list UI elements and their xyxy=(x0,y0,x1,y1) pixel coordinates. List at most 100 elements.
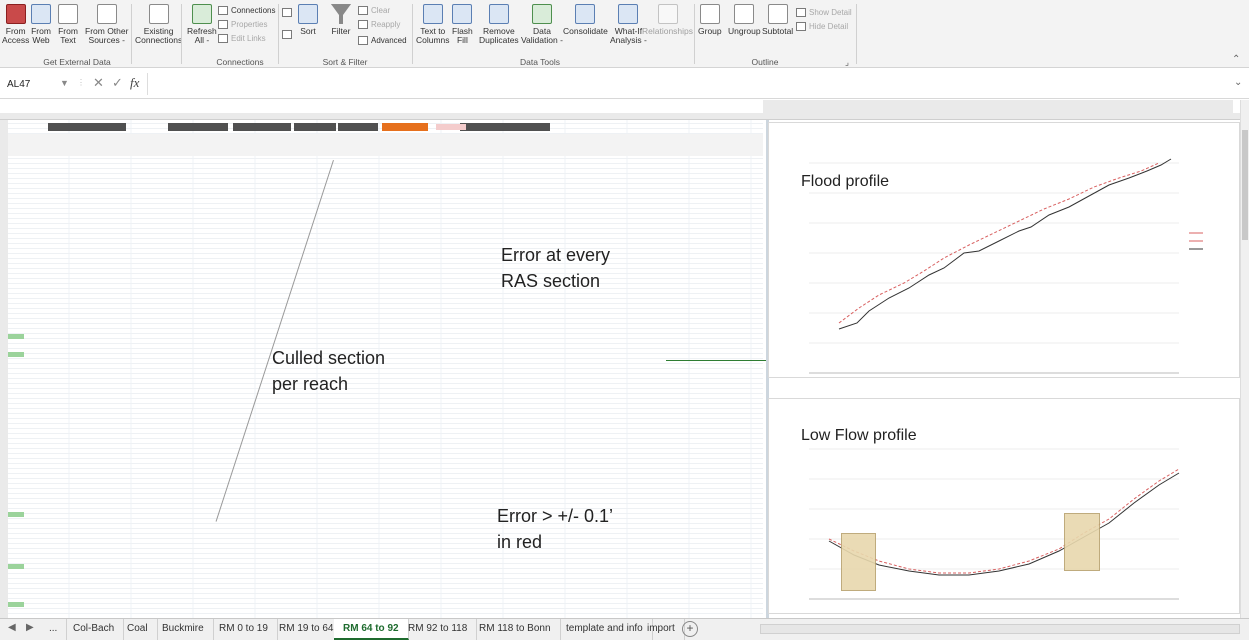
properties-icon xyxy=(218,20,228,29)
column-group-header xyxy=(338,123,378,131)
name-box-dropdown-icon[interactable]: ▼ xyxy=(60,78,69,88)
tab-rm-0-to-19[interactable]: RM 0 to 19 xyxy=(210,619,278,640)
error-flag-cell xyxy=(436,124,466,130)
low-flow-profile-chart[interactable]: Low Flow profile xyxy=(768,398,1240,614)
show-detail-icon xyxy=(796,8,806,17)
right-column-headers xyxy=(763,100,1233,120)
group-label-outline: Outline xyxy=(751,57,779,67)
consolidate-button[interactable]: Consolidate xyxy=(563,4,608,54)
ungroup-icon xyxy=(734,4,755,24)
selected-cell-border xyxy=(666,360,766,361)
callout-box-left xyxy=(841,533,876,591)
group-separator xyxy=(278,4,279,64)
hide-detail-button[interactable]: Hide Detail xyxy=(796,22,848,31)
subtotal-button[interactable]: Subtotal xyxy=(762,4,793,54)
from-other-sources-button[interactable]: From Other Sources - xyxy=(85,4,128,54)
existing-connections-button[interactable]: Existing Connections xyxy=(135,4,182,54)
tab-rm-92-to-118[interactable]: RM 92 to 118 xyxy=(399,619,478,640)
formula-input[interactable] xyxy=(147,73,1227,95)
flood-profile-chart[interactable]: Flood profile xyxy=(768,122,1240,378)
tab-buckmire[interactable]: Buckmire xyxy=(153,619,214,640)
highlighted-row-marker xyxy=(8,564,24,569)
other-sources-icon xyxy=(96,4,117,24)
cell-grid[interactable] xyxy=(8,120,769,618)
sort-za-button[interactable] xyxy=(282,30,292,39)
tab-col-bach[interactable]: Col-Bach xyxy=(64,619,125,640)
insert-function-icon[interactable]: fx xyxy=(130,75,139,91)
column-group-header xyxy=(294,123,336,131)
text-to-columns-button[interactable]: Text to Columns xyxy=(416,4,450,54)
properties-button[interactable]: Properties xyxy=(218,20,267,29)
group-button[interactable]: Group xyxy=(698,4,722,54)
group-separator xyxy=(131,4,132,64)
edit-links-button[interactable]: Edit Links xyxy=(218,34,266,43)
chart-title: Low Flow profile xyxy=(801,427,917,444)
flash-fill-button[interactable]: Flash Fill xyxy=(452,4,473,54)
formula-bar-grip-icon: ⋮ xyxy=(77,78,85,87)
enter-icon[interactable]: ✓ xyxy=(112,75,123,91)
column-group-header xyxy=(233,123,291,131)
callout-box-right xyxy=(1064,513,1100,571)
clear-button[interactable]: Clear xyxy=(358,6,390,15)
connections-icon xyxy=(218,6,228,15)
column-group-header xyxy=(460,123,550,131)
reapply-button[interactable]: Reapply xyxy=(358,20,400,29)
group-icon xyxy=(699,4,720,24)
table-header-rows xyxy=(8,134,763,156)
worksheet-area: Error at every RAS section Culled sectio… xyxy=(0,100,1249,618)
filter-button[interactable]: Filter xyxy=(331,4,351,54)
sort-button[interactable]: Sort xyxy=(298,4,318,54)
horizontal-scrollbar[interactable] xyxy=(760,624,1240,634)
tab-coal[interactable]: Coal xyxy=(118,619,158,640)
annotation-culled-section: Culled section per reach xyxy=(272,348,386,394)
funnel-icon xyxy=(331,4,351,24)
group-label-get-external: Get External Data xyxy=(43,57,111,67)
group-label-connections: Connections xyxy=(216,57,264,67)
data-validation-button[interactable]: Data Validation - xyxy=(521,4,563,54)
advanced-filter-icon xyxy=(358,36,368,45)
sort-icon xyxy=(298,4,318,24)
tab-rm-64-to-92[interactable]: RM 64 to 92 xyxy=(334,619,409,640)
refresh-icon xyxy=(191,4,212,24)
vertical-scroll-thumb[interactable] xyxy=(1242,130,1248,240)
clear-filter-icon xyxy=(358,6,368,15)
from-web-button[interactable]: From Web xyxy=(31,4,51,54)
relationships-button[interactable]: Relationships xyxy=(642,4,693,54)
highlighted-row-marker xyxy=(8,602,24,607)
tab-scroll-left-icon[interactable]: ◀ xyxy=(8,622,16,633)
remove-duplicates-icon xyxy=(488,4,509,24)
remove-duplicates-button[interactable]: Remove Duplicates xyxy=(479,4,519,54)
vertical-scrollbar[interactable] xyxy=(1240,100,1249,618)
sheet-tab-bar: ◀ ▶ ... Col-Bach Coal Buckmire RM 0 to 1… xyxy=(0,618,1249,640)
connections-doc-icon xyxy=(148,4,169,24)
tab-import[interactable]: import xyxy=(638,619,685,640)
ungroup-button[interactable]: Ungroup xyxy=(728,4,761,54)
consolidate-icon xyxy=(575,4,596,24)
tab-scroll-right-icon[interactable]: ▶ xyxy=(26,622,34,633)
connections-button[interactable]: Connections xyxy=(218,6,275,15)
refresh-all-button[interactable]: Refresh All - xyxy=(187,4,217,54)
show-detail-button[interactable]: Show Detail xyxy=(796,8,852,17)
column-group-header-highlight xyxy=(382,123,428,131)
tab-rm-118-to-bonn[interactable]: RM 118 to Bonn xyxy=(470,619,561,640)
advanced-button[interactable]: Advanced xyxy=(358,36,407,45)
outline-dialog-launcher-icon[interactable]: ⌟ xyxy=(842,57,852,68)
collapse-ribbon-icon[interactable]: ⌃ xyxy=(1232,54,1240,65)
validation-icon xyxy=(531,4,552,24)
from-text-button[interactable]: From Text xyxy=(58,4,78,54)
sort-za-icon xyxy=(282,30,292,39)
flood-profile-plot xyxy=(809,158,1203,374)
group-label-sort-filter: Sort & Filter xyxy=(322,57,368,67)
from-access-button[interactable]: From Access xyxy=(2,4,29,54)
text-file-icon xyxy=(58,4,78,24)
annotation-leader-line xyxy=(215,160,334,522)
web-icon xyxy=(31,4,51,24)
sort-az-button[interactable] xyxy=(282,8,292,17)
ribbon: From Access From Web From Text From Other So… xyxy=(0,0,1249,68)
cancel-icon[interactable]: ✕ xyxy=(93,75,104,91)
expand-formula-bar-icon[interactable]: ⌄ xyxy=(1234,77,1242,88)
tab-rm-19-to-64[interactable]: RM 19 to 64 xyxy=(270,619,344,640)
new-sheet-button[interactable]: + xyxy=(682,621,698,637)
subtotal-icon xyxy=(767,4,788,24)
annotation-error-red: Error > +/- 0.1’ in red xyxy=(497,506,614,552)
